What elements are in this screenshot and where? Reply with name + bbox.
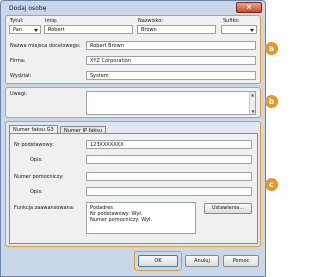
notes-scrollbar[interactable]: ▲ ▼ [249, 92, 255, 114]
close-icon: × [246, 3, 252, 11]
callout-badge-a: a [265, 42, 278, 55]
dialog-title: Dodaj osobę [9, 5, 47, 12]
main-description-label: Opis: [30, 157, 43, 163]
notes-label: Uwagi: [10, 91, 28, 97]
suffix-select[interactable] [221, 25, 257, 34]
ok-button[interactable]: OK [138, 255, 178, 267]
main-description-input[interactable] [86, 155, 252, 164]
company-input[interactable]: XYZ Corporation [86, 56, 256, 65]
fax-section: Numer faksu G3 Numer IP faksu Nr podstaw… [5, 121, 261, 247]
cancel-button[interactable]: Anuluj [185, 255, 219, 267]
destination-name-input[interactable]: Robert Brown [86, 41, 256, 50]
scroll-down-icon[interactable]: ▼ [250, 109, 256, 114]
company-label: Firma: [10, 58, 26, 64]
first-name-input[interactable]: Robert [44, 25, 133, 34]
department-input[interactable]: System [86, 71, 256, 80]
last-name-input[interactable]: Brown [137, 25, 216, 34]
callout-badge-c: c [265, 178, 278, 191]
name-section: Tytuł: Pan Imię: Robert Nazwisko: Brown … [5, 15, 261, 84]
main-number-label: Nr podstawowy: [14, 142, 54, 148]
advanced-line-sub: Numer pomocniczy: Wył. [90, 217, 153, 223]
advanced-function-box: Podadres Nr podstawowy: Wył. Numer pomoc… [86, 202, 196, 234]
sub-number-label: Numer pomocniczy: [14, 174, 64, 180]
department-label: Wydział: [10, 73, 32, 79]
sub-number-input[interactable] [86, 172, 252, 181]
suffix-label: Sufiks: [223, 18, 240, 24]
first-name-label: Imię: [45, 18, 58, 24]
title-select[interactable]: Pan [9, 25, 41, 34]
destination-name-label: Nazwa miejsca docelowego: [10, 43, 81, 49]
settings-button[interactable]: Ustawienia... [204, 203, 252, 214]
help-button[interactable]: Pomoc [223, 255, 259, 267]
notes-textarea[interactable] [86, 91, 256, 115]
last-name-label: Nazwisko: [138, 18, 163, 24]
main-number-input[interactable]: 123XXXXXXX [86, 140, 252, 149]
title-label: Tytuł: [10, 18, 24, 24]
notes-section: Uwagi: ▲ ▼ [5, 87, 261, 118]
callout-badge-b: b [265, 95, 278, 108]
chevron-down-icon [250, 29, 254, 32]
scroll-up-icon[interactable]: ▲ [250, 92, 255, 97]
title-select-value: Pan [13, 27, 23, 33]
close-button[interactable]: × [236, 2, 262, 13]
sub-description-input[interactable] [86, 187, 252, 196]
chevron-down-icon [34, 29, 38, 32]
fax-tab-panel: Nr podstawowy: 123XXXXXXX Opis: Numer po… [9, 133, 258, 244]
advanced-function-label: Funkcja zaawansowana: [14, 205, 75, 211]
sub-description-label: Opis: [30, 189, 43, 195]
